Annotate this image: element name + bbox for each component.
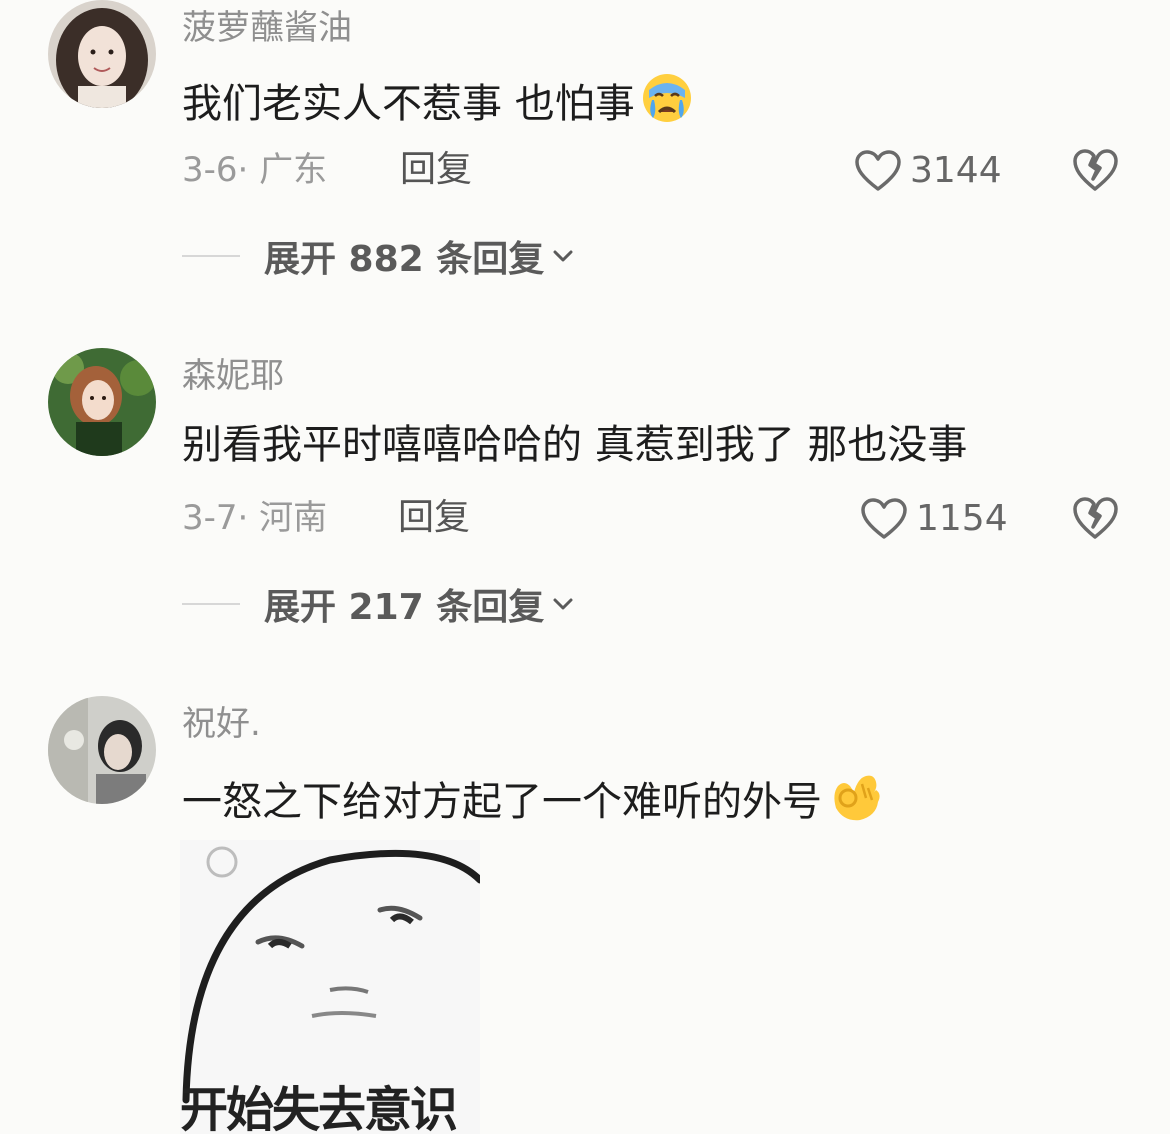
broken-heart-icon[interactable] — [1072, 496, 1118, 540]
like-button[interactable]: 1154 — [860, 498, 1008, 540]
crying-face-emoji — [639, 72, 695, 136]
avatar[interactable] — [48, 0, 156, 108]
reply-button[interactable]: 回复 — [398, 498, 470, 538]
meta-separator: · — [237, 150, 260, 190]
comment-location: 河南 — [259, 498, 328, 538]
comment-meta: 3-7· 河南 — [182, 498, 327, 538]
comment-text-body: 一怒之下给对方起了一个难听的外号 — [182, 779, 822, 825]
expand-replies-button[interactable]: 展开 882 条回复 — [182, 230, 574, 282]
sticker-caption: 开始失去意识 — [180, 1082, 458, 1134]
comment-date: 3-7 — [182, 498, 238, 538]
heart-icon — [861, 498, 907, 539]
comment-text: 我们老实人不惹事 也怕事 — [182, 72, 695, 136]
sticker-image[interactable]: 开始失去意识 — [180, 840, 480, 1134]
username[interactable]: 菠萝蘸酱油 — [182, 8, 352, 48]
comment-text-body: 我们老实人不惹事 也怕事 — [182, 81, 635, 127]
like-count: 1154 — [916, 498, 1008, 539]
broken-heart-icon[interactable] — [1072, 148, 1118, 192]
like-button[interactable]: 3144 — [854, 150, 1002, 192]
comment-meta: 3-6· 广东 — [182, 150, 327, 190]
comment-text-body: 别看我平时嘻嘻哈哈的 真惹到我了 那也没事 — [182, 422, 968, 468]
username[interactable]: 祝好. — [182, 704, 261, 744]
reply-button[interactable]: 回复 — [400, 150, 472, 190]
comment-text: 一怒之下给对方起了一个难听的外号 — [182, 768, 884, 836]
expand-replies-button[interactable]: 展开 217 条回复 — [182, 578, 574, 630]
chevron-down-icon — [553, 250, 573, 262]
like-count: 3144 — [910, 150, 1002, 191]
comment-text: 别看我平时嘻嘻哈哈的 真惹到我了 那也没事 — [182, 420, 967, 470]
chevron-down-icon — [553, 598, 573, 610]
divider-line — [182, 603, 240, 605]
expand-replies-label: 展开 217 条回复 — [264, 587, 545, 628]
divider-line — [182, 255, 240, 257]
meta-separator: · — [237, 498, 260, 538]
expand-replies-label: 展开 882 条回复 — [264, 239, 545, 280]
comment-location: 广东 — [259, 150, 328, 190]
comment-date: 3-6 — [182, 150, 238, 190]
heart-icon — [855, 150, 901, 191]
avatar[interactable] — [48, 348, 156, 456]
username[interactable]: 森妮耶 — [182, 356, 284, 396]
ok-hand-emoji — [826, 768, 884, 836]
avatar[interactable] — [48, 696, 156, 804]
